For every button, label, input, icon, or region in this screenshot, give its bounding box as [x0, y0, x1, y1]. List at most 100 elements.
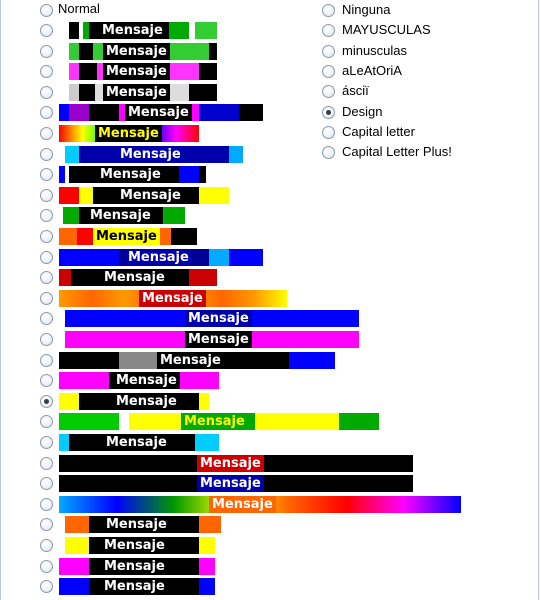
banner-message-text: Mensaje	[103, 516, 170, 534]
text-case-option[interactable]: minusculas	[322, 42, 522, 64]
banner-message-text: Mensaje	[113, 392, 180, 410]
banner-radio[interactable]	[40, 374, 53, 388]
banner-radio[interactable]	[40, 415, 53, 429]
text-case-label: Capital letter	[342, 123, 415, 139]
text-case-label: Capital Letter Plus!	[342, 144, 452, 160]
banner-message-text: Mensaje	[103, 42, 170, 60]
banner-radio[interactable]	[40, 456, 53, 470]
text-case-radio[interactable]	[322, 125, 335, 139]
banner-preview: Mensaje	[59, 413, 379, 431]
banner-radio[interactable]	[40, 291, 53, 305]
banner-radio[interactable]	[40, 394, 53, 408]
banner-preview: Mensaje	[59, 228, 197, 245]
banner-message-text: Mensaje	[103, 434, 170, 451]
banner-message-text: Mensaje	[113, 372, 180, 390]
banner-message-text: Mensaje	[185, 310, 252, 328]
banner-preview: Mensaje	[59, 42, 217, 60]
banner-message-text: Mensaje	[103, 63, 170, 81]
banner-message-text: Mensaje	[185, 331, 252, 348]
banner-preview: Mensaje	[59, 166, 206, 184]
banner-preview: Mensaje	[59, 104, 263, 122]
banner-radio[interactable]	[40, 44, 53, 58]
banner-message-text: Mensaje	[197, 454, 264, 472]
banner-message-text: Mensaje	[99, 22, 166, 39]
text-case-radio[interactable]	[322, 24, 335, 38]
text-case-label: aLeAtOriA	[342, 62, 402, 78]
text-case-option[interactable]: Capital Letter Plus!	[322, 144, 522, 165]
banner-message-text: Mensaje	[181, 413, 248, 431]
banner-radio[interactable]	[40, 188, 53, 202]
text-case-radio[interactable]	[322, 4, 335, 17]
banner-radio[interactable]	[40, 497, 53, 511]
banner-radio[interactable]	[40, 127, 53, 140]
banner-radio[interactable]	[40, 209, 53, 223]
radio-normal[interactable]	[40, 4, 53, 17]
banner-preview: Mensaje	[59, 83, 217, 101]
banner-preview: Mensaje	[59, 434, 225, 451]
banner-preview: Mensaje	[59, 495, 461, 513]
banner-radio[interactable]	[40, 65, 53, 79]
banner-message-text: Mensaje	[101, 537, 168, 554]
banner-radio[interactable]	[40, 106, 53, 120]
banner-message-text: Mensaje	[87, 207, 154, 225]
banner-message-text: Mensaje	[197, 475, 264, 493]
banner-message-text: Mensaje	[157, 351, 224, 369]
text-case-option[interactable]: Ninguna	[322, 2, 522, 23]
banner-radio[interactable]	[40, 436, 53, 449]
banner-radio[interactable]	[40, 477, 53, 491]
banner-preview: Mensaje	[59, 331, 375, 348]
text-case-radio[interactable]	[322, 105, 335, 119]
banner-preview: Mensaje	[59, 454, 413, 472]
banner-radio[interactable]	[40, 539, 53, 552]
banner-radio[interactable]	[40, 312, 53, 326]
banner-radio[interactable]	[40, 353, 53, 367]
banner-message-text: Mensaje	[101, 269, 168, 287]
banner-message-text: Mensaje	[93, 228, 160, 245]
text-case-option[interactable]: Design	[322, 103, 522, 125]
banner-message-text: Mensaje	[101, 557, 168, 575]
banner-message-text: Mensaje	[101, 578, 168, 596]
text-case-label: MAYUSCULAS	[342, 22, 431, 38]
text-case-radio[interactable]	[322, 146, 335, 160]
banner-preview: Mensaje	[59, 372, 231, 390]
banner-message-text: Mensaje	[125, 104, 192, 122]
banner-radio[interactable]	[40, 250, 53, 264]
text-case-label: Design	[342, 103, 383, 119]
banner-preview: Mensaje	[59, 557, 215, 575]
banner-radio[interactable]	[40, 518, 53, 532]
banner-radio[interactable]	[40, 168, 53, 182]
banner-radio[interactable]	[40, 85, 53, 99]
banner-preview: Mensaje	[59, 351, 335, 369]
banner-preview: Mensaje	[59, 289, 287, 307]
banner-preview: Mensaje	[59, 22, 217, 39]
banner-preview: Mensaje	[59, 537, 215, 554]
banner-radio[interactable]	[40, 271, 53, 285]
text-case-option[interactable]: MAYUSCULAS	[322, 22, 522, 43]
text-case-radio[interactable]	[322, 85, 335, 99]
banner-message-text: Mensaje	[117, 186, 184, 204]
banner-radio[interactable]	[40, 230, 53, 243]
banner-radio[interactable]	[40, 333, 53, 346]
banner-preview: Mensaje	[59, 63, 217, 81]
banner-radio[interactable]	[40, 580, 53, 594]
text-case-option[interactable]: Capital letter	[322, 123, 522, 145]
text-case-label: ásciï	[342, 83, 369, 99]
banner-preview: Mensaje	[59, 125, 199, 142]
text-case-radio[interactable]	[322, 64, 335, 78]
banner-preview: Mensaje	[59, 392, 215, 410]
banner-radio[interactable]	[40, 147, 53, 161]
text-case-label: Ninguna	[342, 2, 391, 17]
banner-radio[interactable]	[40, 24, 53, 37]
banner-preview: Mensaje	[59, 578, 215, 596]
text-case-radio[interactable]	[322, 44, 335, 58]
text-case-option[interactable]: ásciï	[322, 83, 522, 104]
text-case-label: minusculas	[342, 42, 408, 58]
options-panel: Normal Mensaje Mensaje Mensaje Mensaje Mensa…	[0, 0, 539, 600]
banner-message-text: Mensaje	[117, 145, 184, 163]
text-case-option[interactable]: aLeAtOriA	[322, 62, 522, 84]
option-normal-label: Normal	[58, 1, 100, 16]
banner-preview: Mensaje	[59, 310, 375, 328]
banner-preview: Mensaje	[59, 186, 245, 204]
banner-radio[interactable]	[40, 559, 53, 573]
banner-preview: Mensaje	[59, 516, 221, 534]
